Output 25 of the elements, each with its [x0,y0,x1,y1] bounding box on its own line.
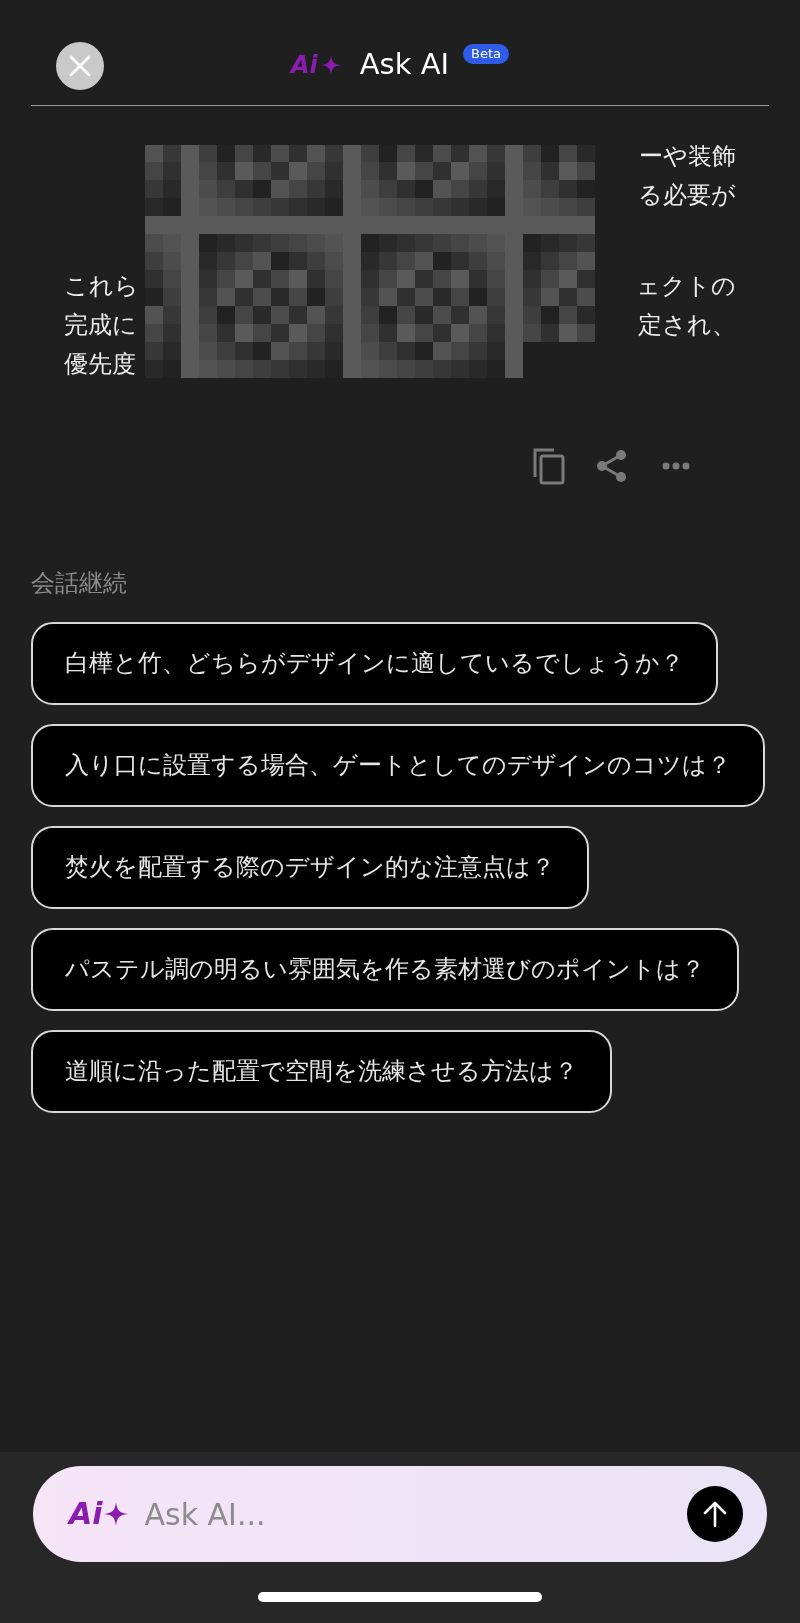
more-icon[interactable] [662,462,690,470]
ask-input[interactable]: Ask AI... [144,1491,687,1537]
suggestion-chip[interactable]: パステル調の明るい雰囲気を作る素材選びのポイントは？ [31,928,739,1011]
ask-input-field[interactable]: Ai Ask AI... [33,1466,767,1562]
answer-text: る必要が [638,179,736,211]
answer-text: 定され、 [638,309,736,341]
suggestion-chip[interactable]: 焚火を配置する際のデザイン的な注意点は？ [31,826,589,909]
answer-text: 優先度 [64,348,136,380]
logo-text: Ai [69,1499,103,1529]
close-button[interactable] [56,42,104,90]
send-button[interactable] [687,1486,743,1542]
answer-text: これら [64,270,139,302]
beta-badge: Beta [463,43,510,64]
suggestion-chip[interactable]: 道順に沿った配置で空間を洗練させる方法は？ [31,1030,612,1113]
answer-text: 完成に [64,309,137,341]
suggestion-chip[interactable]: 入り口に設置する場合、ゲートとしてのデザインのコツは？ [31,724,765,807]
share-icon[interactable] [596,449,628,483]
close-icon [68,54,92,78]
window-title: Ask AI [359,50,450,79]
answer-text: ェクトの [636,270,736,302]
copy-icon[interactable] [532,447,566,485]
arrow-up-icon [702,1500,728,1528]
section-label: 会話継続 [31,569,127,597]
suggestion-chip[interactable]: 白樺と竹、どちらがデザインに適しているでしょうか？ [31,622,718,705]
logo-text: Ai [290,52,318,77]
